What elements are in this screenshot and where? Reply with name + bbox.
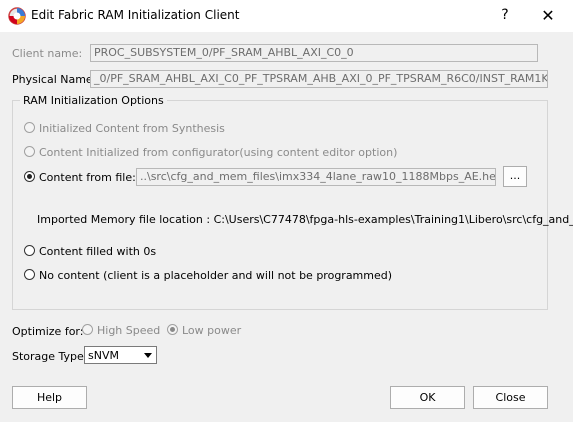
radio-filled-zeros[interactable]: Content filled with 0s bbox=[24, 245, 156, 258]
storage-type-select[interactable]: sNVM bbox=[84, 346, 157, 364]
radio-high-speed-circle bbox=[82, 324, 93, 335]
radio-low-power-circle bbox=[167, 324, 178, 335]
radio-high-speed-label: High Speed bbox=[97, 324, 161, 337]
radio-configurator: Content Initialized from configurator(us… bbox=[24, 146, 397, 159]
radio-content-from-file[interactable]: Content from file: bbox=[24, 171, 136, 184]
radio-configurator-circle bbox=[24, 146, 35, 157]
radio-file-circle[interactable] bbox=[24, 171, 35, 182]
ram-init-options-title: RAM Initialization Options bbox=[20, 94, 167, 107]
help-button[interactable]: Help bbox=[12, 386, 87, 409]
radio-file-label[interactable]: Content from file: bbox=[39, 171, 136, 184]
radio-synthesis-label: Initialized Content from Synthesis bbox=[39, 122, 225, 135]
radio-synthesis-circle bbox=[24, 122, 35, 133]
file-path-field[interactable]: ..\src\cfg_and_mem_files\imx334_4lane_ra… bbox=[136, 168, 496, 186]
imported-location-text: Imported Memory file location : C:\Users… bbox=[37, 213, 573, 226]
physical-name-label: Physical Name: bbox=[12, 73, 97, 86]
radio-low-power: Low power bbox=[167, 324, 241, 337]
optimize-label: Optimize for: bbox=[12, 325, 84, 338]
close-icon[interactable]: ✕ bbox=[538, 6, 558, 26]
ok-button[interactable]: OK bbox=[390, 386, 465, 409]
physical-name-field: _0/PF_SRAM_AHBL_AXI_C0_PF_TPSRAM_AHB_AXI… bbox=[90, 70, 548, 88]
storage-type-label: Storage Type bbox=[12, 350, 84, 363]
radio-synthesis: Initialized Content from Synthesis bbox=[24, 122, 225, 135]
storage-type-value: sNVM bbox=[88, 349, 119, 362]
close-button[interactable]: Close bbox=[473, 386, 548, 409]
radio-low-power-label: Low power bbox=[182, 324, 242, 337]
libero-app-icon bbox=[8, 7, 26, 25]
client-name-field: PROC_SUBSYSTEM_0/PF_SRAM_AHBL_AXI_C0_0 bbox=[90, 44, 538, 62]
radio-configurator-label: Content Initialized from configurator(us… bbox=[39, 146, 398, 159]
radio-no-content-label[interactable]: No content (client is a placeholder and … bbox=[39, 269, 392, 282]
window-title: Edit Fabric RAM Initialization Client bbox=[31, 8, 240, 22]
radio-no-content[interactable]: No content (client is a placeholder and … bbox=[24, 269, 392, 282]
radio-zeros-label[interactable]: Content filled with 0s bbox=[39, 245, 156, 258]
radio-high-speed: High Speed bbox=[82, 324, 160, 337]
radio-no-content-circle[interactable] bbox=[24, 269, 35, 280]
title-bar: Edit Fabric RAM Initialization Client ? … bbox=[0, 0, 573, 32]
browse-button[interactable]: ... bbox=[503, 166, 527, 187]
chevron-down-icon bbox=[144, 353, 152, 358]
client-name-label: Client name: bbox=[12, 47, 83, 60]
help-icon[interactable]: ? bbox=[496, 6, 514, 24]
radio-zeros-circle[interactable] bbox=[24, 245, 35, 256]
